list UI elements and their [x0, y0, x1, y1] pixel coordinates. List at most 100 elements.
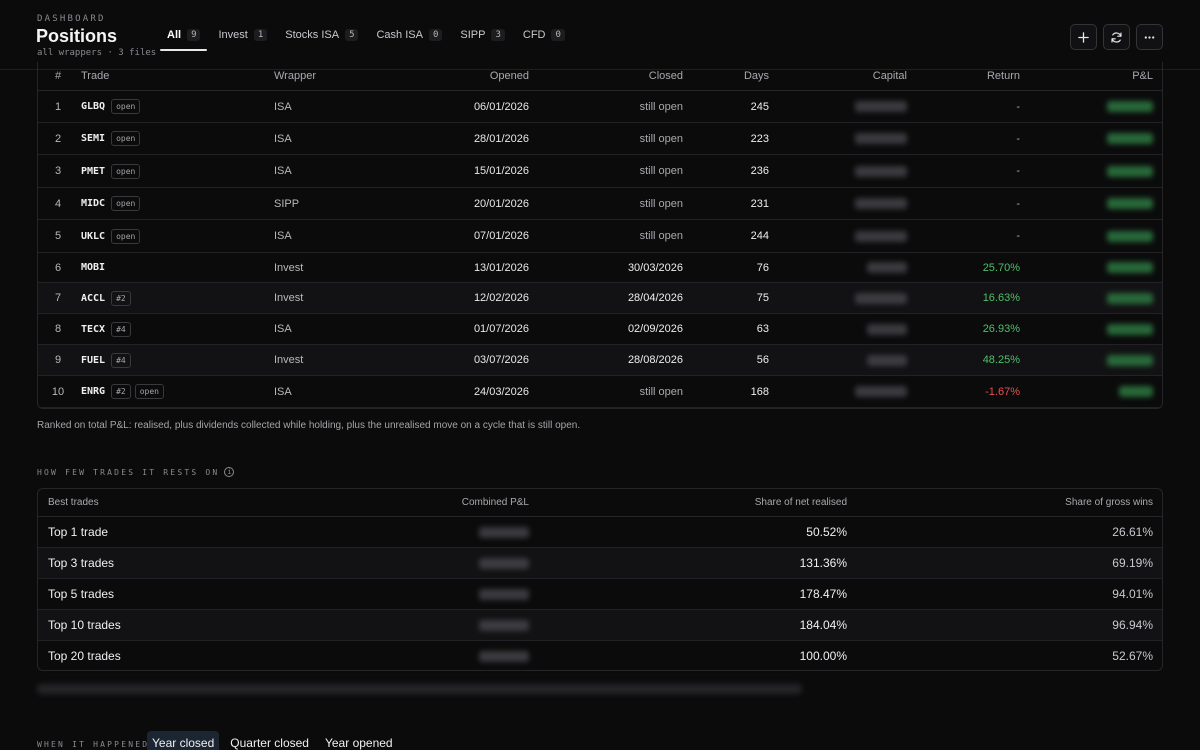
ticker[interactable]: MIDC: [81, 198, 105, 209]
wrapper-cell: ISA: [274, 132, 292, 145]
trade-cell[interactable]: ENRG #2 open: [81, 376, 164, 407]
redacted-value: [1107, 230, 1153, 242]
table-row[interactable]: 3 PMET open ISA 15/01/2026 still open 236 -: [38, 155, 1162, 188]
ticker[interactable]: PMET: [81, 166, 105, 177]
trade-tag: open: [134, 384, 164, 399]
trade-cell[interactable]: MIDC open: [81, 188, 141, 219]
table-row[interactable]: 1 GLBQ open ISA 06/01/2026 still open 245 -: [38, 91, 1162, 123]
redacted-value: [479, 557, 529, 569]
combined-pnl-cell: [418, 548, 529, 578]
redacted-value: [1107, 101, 1153, 112]
tab-stocks-isa[interactable]: Stocks ISA 5: [278, 26, 365, 51]
trade-cell[interactable]: PMET open: [81, 155, 141, 187]
ticker[interactable]: GLBQ: [81, 101, 105, 112]
days-cell: 63: [756, 323, 769, 335]
pnl-cell: [1038, 253, 1153, 282]
pnl-cell: [1038, 123, 1153, 154]
ticker[interactable]: FUEL: [81, 355, 105, 366]
redacted-summary: [37, 684, 802, 694]
col-days[interactable]: Days: [698, 62, 769, 90]
when-section-label: WHEN IT HAPPENED: [37, 740, 150, 749]
redacted-value: [479, 588, 529, 600]
tab-sipp[interactable]: SIPP 3: [453, 26, 512, 51]
redacted-value: [479, 619, 529, 631]
pnl-cell: [1038, 220, 1153, 252]
return-cell: 16.63%: [982, 292, 1020, 304]
trade-cell[interactable]: UKLC open: [81, 220, 141, 252]
ticker[interactable]: ENRG: [81, 386, 105, 397]
pnl-cell: [1038, 188, 1153, 219]
table-row[interactable]: 8 TECX #4 ISA 01/07/2026 02/09/2026 63 26.93%: [38, 314, 1162, 345]
share-net-cell: 178.47%: [799, 587, 847, 601]
ticker[interactable]: TECX: [81, 324, 105, 335]
table-row[interactable]: 10 ENRG #2 open ISA 24/03/2026 still open 168 -1…: [38, 376, 1162, 408]
table-row[interactable]: 4 MIDC open SIPP 20/01/2026 still open 231 -: [38, 188, 1162, 220]
more-button[interactable]: [1136, 24, 1163, 50]
tab-all[interactable]: All 9: [160, 26, 208, 51]
pnl-cell: [1038, 376, 1153, 407]
trade-cell[interactable]: ACCL #2: [81, 283, 131, 313]
table-row[interactable]: 5 UKLC open ISA 07/01/2026 still open 244 -: [38, 220, 1162, 253]
share-gross-cell: 26.61%: [1112, 525, 1153, 539]
ticker[interactable]: SEMI: [81, 133, 105, 144]
ticker[interactable]: UKLC: [81, 231, 105, 242]
redacted-value: [1107, 262, 1153, 273]
plus-icon: [1078, 31, 1089, 43]
tab-invest[interactable]: Invest 1: [211, 26, 274, 51]
trade-cell[interactable]: MOBI: [81, 253, 107, 282]
toolbar: [1070, 24, 1163, 50]
days-cell: 244: [750, 230, 769, 242]
info-icon[interactable]: i: [224, 467, 235, 477]
refresh-button[interactable]: [1103, 24, 1130, 50]
best-trades-cell: Top 20 trades: [48, 649, 121, 663]
row-number: 5: [54, 230, 62, 242]
ticker[interactable]: MOBI: [81, 262, 105, 273]
col-opened[interactable]: Opened: [418, 62, 529, 90]
ticker[interactable]: ACCL: [81, 293, 105, 304]
redacted-value: [867, 262, 907, 273]
wrapper-cell: Invest: [274, 354, 304, 366]
table-row[interactable]: 2 SEMI open ISA 28/01/2026 still open 223 -: [38, 123, 1162, 155]
trade-cell[interactable]: FUEL #4: [81, 345, 131, 375]
redacted-value: [855, 165, 907, 177]
row-number: 2: [54, 132, 62, 145]
closed-cell: still open: [639, 197, 683, 210]
concentration-section-label: HOW FEW TRADES IT RESTS ON i: [37, 467, 235, 477]
table-row[interactable]: 7 ACCL #2 Invest 12/02/2026 28/04/2026 75 16.63…: [38, 283, 1162, 314]
days-cell: 245: [750, 100, 769, 113]
add-button[interactable]: [1070, 24, 1097, 50]
closed-cell: 28/08/2026: [627, 354, 683, 366]
seg-year-opened[interactable]: Year opened: [320, 731, 398, 750]
redacted-value: [867, 323, 907, 335]
share-net-cell: 100.00%: [799, 649, 847, 663]
col-wrapper[interactable]: Wrapper: [274, 62, 316, 90]
best-trades-cell: Top 3 trades: [48, 556, 115, 570]
col-closed[interactable]: Closed: [568, 62, 683, 90]
trade-cell[interactable]: GLBQ open: [81, 91, 141, 122]
trade-cell[interactable]: SEMI open: [81, 123, 141, 154]
trade-tag: open: [111, 196, 141, 211]
col-return[interactable]: Return: [928, 62, 1020, 90]
combined-pnl-cell: [418, 641, 529, 670]
capital-cell: [808, 345, 907, 375]
table-row[interactable]: 6 MOBI Invest 13/01/2026 30/03/2026 76 25.70%: [38, 253, 1162, 283]
col-capital[interactable]: Capital: [808, 62, 907, 90]
opened-cell: 01/07/2026: [473, 323, 529, 335]
opened-cell: 28/01/2026: [473, 132, 529, 145]
seg-quarter-closed[interactable]: Quarter closed: [225, 731, 314, 750]
trade-tag: open: [111, 99, 141, 114]
tab-label: Invest: [218, 29, 248, 41]
table-header-row: Best trades Combined P&L Share of net re…: [38, 489, 1162, 517]
redacted-value: [855, 292, 907, 304]
trade-cell[interactable]: TECX #4: [81, 314, 131, 344]
capital-cell: [808, 155, 907, 187]
table-row[interactable]: 9 FUEL #4 Invest 03/07/2026 28/08/2026 56 48.25…: [38, 345, 1162, 376]
seg-year-closed[interactable]: Year closed: [147, 731, 220, 750]
col-pnl[interactable]: P&L: [1038, 62, 1153, 90]
opened-cell: 24/03/2026: [473, 385, 529, 398]
tab-cash-isa[interactable]: Cash ISA 0: [369, 26, 449, 51]
col-trade[interactable]: Trade: [81, 62, 109, 90]
closed-cell: still open: [639, 385, 683, 398]
tab-cfd[interactable]: CFD 0: [516, 26, 572, 51]
row-number: 9: [54, 354, 62, 366]
